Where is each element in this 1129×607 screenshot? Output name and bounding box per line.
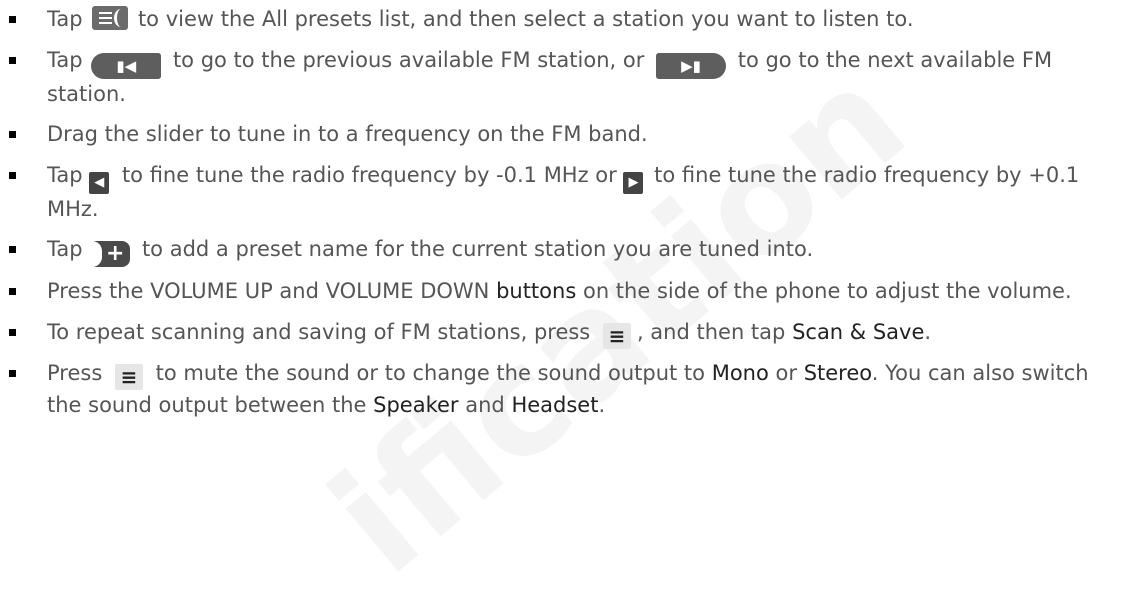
fine-tune-up-icon: ▶ xyxy=(623,171,644,194)
item-text: to add a preset name for the current sta… xyxy=(141,237,814,261)
item-text: Press xyxy=(47,360,103,385)
item-text: on the side of the phone to adjust the v… xyxy=(582,279,1072,303)
list-item: Press the VOLUME UP and VOLUME DOWN butt… xyxy=(0,276,1129,308)
item-text: . xyxy=(924,319,932,344)
item-text: Tap xyxy=(47,162,83,187)
fine-tune-down-icon: ◀ xyxy=(89,171,110,194)
item-text: To repeat scanning and saving of FM stat… xyxy=(47,319,591,344)
item-text: to go to the previous available FM stati… xyxy=(172,47,645,72)
previous-station-icon: ▮◀ xyxy=(91,52,162,79)
next-station-icon: ▶▮ xyxy=(656,52,727,79)
item-text: Press the VOLUME UP and VOLUME DOWN xyxy=(47,279,490,303)
item-text: to mute the sound or to change the sound… xyxy=(155,360,706,385)
list-item: Tap + to add a preset name for the curre… xyxy=(0,234,1129,267)
list-item: Press ≡ to mute the sound or to change t… xyxy=(0,358,1129,422)
item-emphasis: Mono xyxy=(711,360,769,385)
item-text: or xyxy=(775,360,797,385)
list-item: Tap ▮◀ to go to the previous available F… xyxy=(0,45,1129,111)
item-text: Drag the slider to tune in to a frequenc… xyxy=(47,122,648,146)
item-text: to fine tune the radio frequency by -0.1… xyxy=(121,162,617,187)
add-preset-icon: + xyxy=(92,241,131,267)
menu-icon: ≡ xyxy=(602,322,631,349)
item-text: , and then tap xyxy=(636,319,786,344)
item-text: to view the All presets list, and then s… xyxy=(137,7,914,31)
item-emphasis: Scan & Save xyxy=(792,319,925,344)
list-item: Tap ◀ to fine tune the radio frequency b… xyxy=(0,160,1129,226)
item-text: Tap xyxy=(47,47,83,72)
all-presets-menu-icon xyxy=(92,6,129,30)
item-text: . xyxy=(598,392,606,417)
instruction-list: Tap to view the All presets list, and th… xyxy=(0,4,1129,421)
item-emphasis: Speaker xyxy=(373,392,459,417)
item-text: Tap xyxy=(47,237,83,261)
item-emphasis: Stereo xyxy=(803,360,872,385)
list-item: To repeat scanning and saving of FM stat… xyxy=(0,317,1129,349)
list-item: Tap to view the All presets list, and th… xyxy=(0,4,1129,36)
list-item: Drag the slider to tune in to a frequenc… xyxy=(0,119,1129,151)
menu-icon: ≡ xyxy=(114,363,143,390)
item-text: and xyxy=(465,392,505,417)
item-text: Tap xyxy=(47,7,83,31)
item-emphasis: Headset xyxy=(511,392,599,417)
item-emphasis: buttons xyxy=(496,279,577,303)
